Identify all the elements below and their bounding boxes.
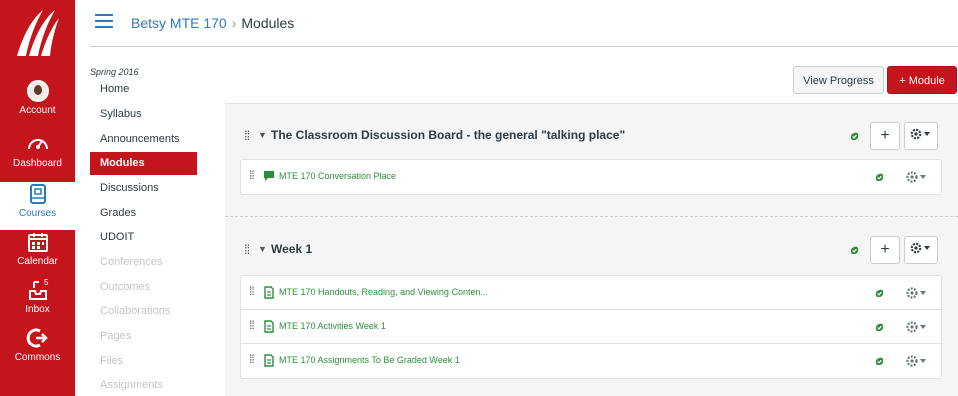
avatar [26, 80, 49, 102]
course-nav-home[interactable]: Home [90, 78, 197, 101]
course-nav-collaborations[interactable]: Collaborations [90, 300, 197, 323]
course-nav-discussions[interactable]: Discussions [90, 177, 197, 200]
global-nav: Account Dashboard Courses Calendar 5 Inb… [0, 0, 75, 396]
module-header[interactable]: ⁞⁞ ▼ The Classroom Discussion Board - th… [225, 114, 958, 160]
drag-handle-icon[interactable]: ⁞⁞ [249, 168, 255, 182]
global-nav-calendar[interactable]: Calendar [0, 230, 75, 278]
course-nav-modules[interactable]: Modules [90, 152, 197, 175]
discussion-icon [264, 171, 274, 181]
module-header[interactable]: ⁞⁞ ▼ Week 1 + [225, 228, 958, 274]
gear-icon[interactable] [904, 169, 930, 185]
module-item-row[interactable]: ⁞⁞ MTE 170 Activities Week 1 [241, 310, 941, 344]
course-nav-files[interactable]: Files [90, 350, 197, 373]
commons-icon [26, 328, 48, 348]
course-nav-announcements[interactable]: Announcements [90, 128, 197, 151]
module-item-link[interactable]: MTE 170 Conversation Place [279, 171, 396, 181]
gear-icon[interactable] [904, 285, 930, 301]
global-nav-courses[interactable]: Courses [0, 182, 75, 230]
logo-icon [16, 10, 59, 56]
view-progress-button[interactable]: View Progress [793, 66, 884, 94]
course-nav-syllabus[interactable]: Syllabus [90, 103, 197, 126]
global-nav-calendar-label: Calendar [17, 256, 58, 267]
module-item-link[interactable]: MTE 170 Activities Week 1 [279, 321, 386, 331]
drag-handle-icon[interactable]: ⁞⁞ [249, 318, 255, 332]
plus-icon: + [880, 241, 890, 258]
drag-handle-icon[interactable]: ⁞⁞ [249, 352, 255, 366]
global-nav-dashboard-label: Dashboard [13, 158, 62, 169]
published-check-icon[interactable] [874, 356, 885, 367]
global-nav-dashboard[interactable]: Dashboard [0, 132, 75, 180]
global-nav-courses-label: Courses [18, 208, 57, 219]
global-nav-commons-label: Commons [14, 352, 61, 363]
breadcrumb-course-link[interactable]: Betsy MTE 170 [131, 15, 227, 31]
breadcrumb-current: Modules [241, 15, 295, 31]
global-nav-account[interactable]: Account [0, 80, 75, 128]
global-nav-inbox-label: Inbox [25, 304, 50, 315]
course-nav-grades[interactable]: Grades [90, 202, 197, 225]
drag-handle-icon[interactable]: ⁞⁞ [249, 284, 255, 298]
global-nav-account-label: Account [19, 105, 56, 116]
page-icon [264, 320, 274, 333]
gear-icon [910, 242, 930, 254]
module-title: Week 1 [271, 242, 313, 256]
module-item-row[interactable]: ⁞⁞ MTE 170 Handouts, Reading, and Viewin… [241, 276, 941, 310]
published-check-icon[interactable] [874, 322, 885, 333]
module-items-list: ⁞⁞ MTE 170 Handouts, Reading, and Viewin… [240, 275, 942, 379]
dashboard-icon [27, 139, 48, 150]
collapse-caret-icon[interactable]: ▼ [258, 130, 267, 140]
modules-container: ⁞⁞ ▼ The Classroom Discussion Board - th… [225, 103, 958, 396]
published-check-icon[interactable] [849, 245, 860, 256]
global-nav-inbox[interactable]: 5 Inbox [0, 278, 75, 326]
published-check-icon[interactable] [849, 131, 860, 142]
module-items-list: ⁞⁞ MTE 170 Conversation Place [240, 159, 942, 195]
module-settings-button[interactable] [904, 122, 938, 150]
course-nav-pages[interactable]: Pages [90, 325, 197, 348]
school-logo[interactable] [0, 0, 75, 64]
menu-toggle-icon[interactable] [95, 14, 113, 28]
add-item-button[interactable]: + [870, 122, 900, 150]
module-item-row[interactable]: ⁞⁞ MTE 170 Assignments To Be Graded Week… [241, 344, 941, 378]
gear-icon[interactable] [904, 319, 930, 335]
published-check-icon[interactable] [874, 172, 885, 183]
course-nav-assignments[interactable]: Assignments [90, 374, 197, 396]
gear-icon [910, 128, 930, 140]
breadcrumb: Betsy MTE 170 › Modules [131, 15, 294, 31]
module-title: The Classroom Discussion Board - the gen… [271, 128, 626, 142]
module-item-row[interactable]: ⁞⁞ MTE 170 Conversation Place [241, 160, 941, 194]
calendar-icon [27, 233, 48, 252]
plus-icon: + [880, 127, 890, 144]
module-item-link[interactable]: MTE 170 Assignments To Be Graded Week 1 [279, 355, 460, 365]
published-check-icon[interactable] [874, 288, 885, 299]
courses-icon [29, 184, 46, 204]
page-icon [264, 354, 274, 367]
module-divider [225, 216, 958, 217]
course-term: Spring 2016 [90, 67, 139, 77]
collapse-caret-icon[interactable]: ▼ [258, 244, 267, 254]
page-header: Betsy MTE 170 › Modules [75, 0, 958, 46]
inbox-count-badge: 5 [44, 278, 49, 287]
course-nav-outcomes[interactable]: Outcomes [90, 276, 197, 299]
course-nav-udoit[interactable]: UDOIT [90, 226, 197, 249]
drag-handle-icon[interactable]: ⁞⁞ [244, 242, 250, 257]
gear-icon[interactable] [904, 353, 930, 369]
module-settings-button[interactable] [904, 236, 938, 264]
breadcrumb-separator: › [231, 15, 237, 31]
global-nav-commons[interactable]: Commons [0, 326, 75, 374]
drag-handle-icon[interactable]: ⁞⁞ [244, 128, 250, 143]
add-module-button[interactable]: + Module [887, 66, 957, 94]
add-item-button[interactable]: + [870, 236, 900, 264]
module-item-link[interactable]: MTE 170 Handouts, Reading, and Viewing C… [279, 287, 488, 297]
course-nav-conferences[interactable]: Conferences [90, 251, 197, 274]
header-divider [90, 46, 958, 47]
page-icon [264, 286, 274, 299]
